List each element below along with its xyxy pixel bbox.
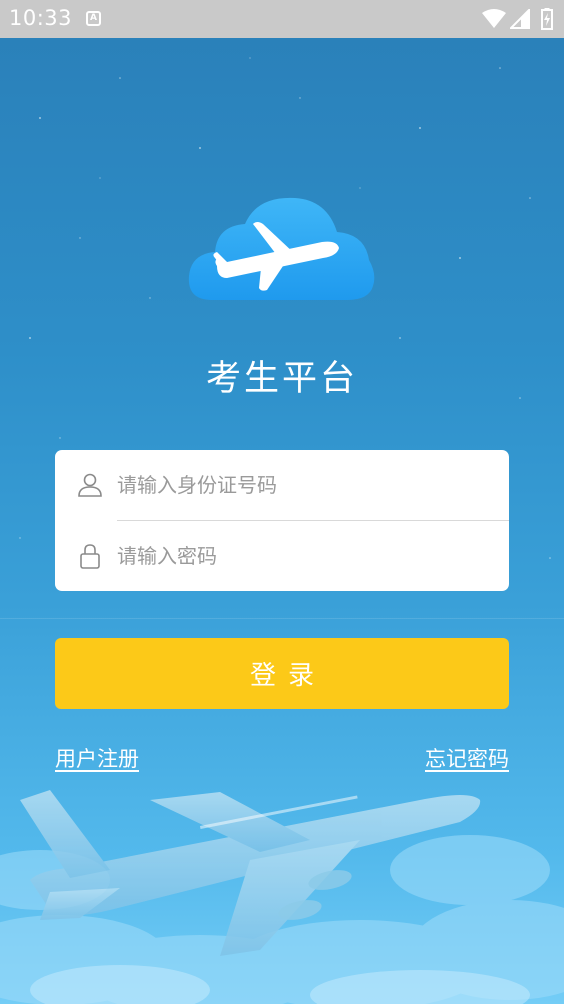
status-bar: 10:33 A: [0, 0, 564, 38]
status-time: 10:33: [9, 6, 73, 30]
login-button[interactable]: 登录: [55, 638, 509, 709]
airplane-clouds-background: [0, 790, 564, 1004]
user-icon: [78, 473, 102, 497]
lock-icon: [80, 544, 100, 569]
signal-icon: [510, 9, 530, 29]
password-input[interactable]: [117, 521, 497, 591]
a-icon: A: [86, 11, 101, 26]
id-number-input[interactable]: [117, 450, 497, 520]
wifi-icon: [482, 9, 506, 28]
login-card: [55, 450, 509, 591]
app-title: 考生平台: [205, 359, 358, 399]
background-divider: [0, 618, 564, 619]
battery-charging-icon: [541, 8, 553, 30]
cloud-airplane-icon: [188, 197, 375, 300]
password-row: [55, 521, 509, 591]
id-number-row: [55, 450, 509, 520]
